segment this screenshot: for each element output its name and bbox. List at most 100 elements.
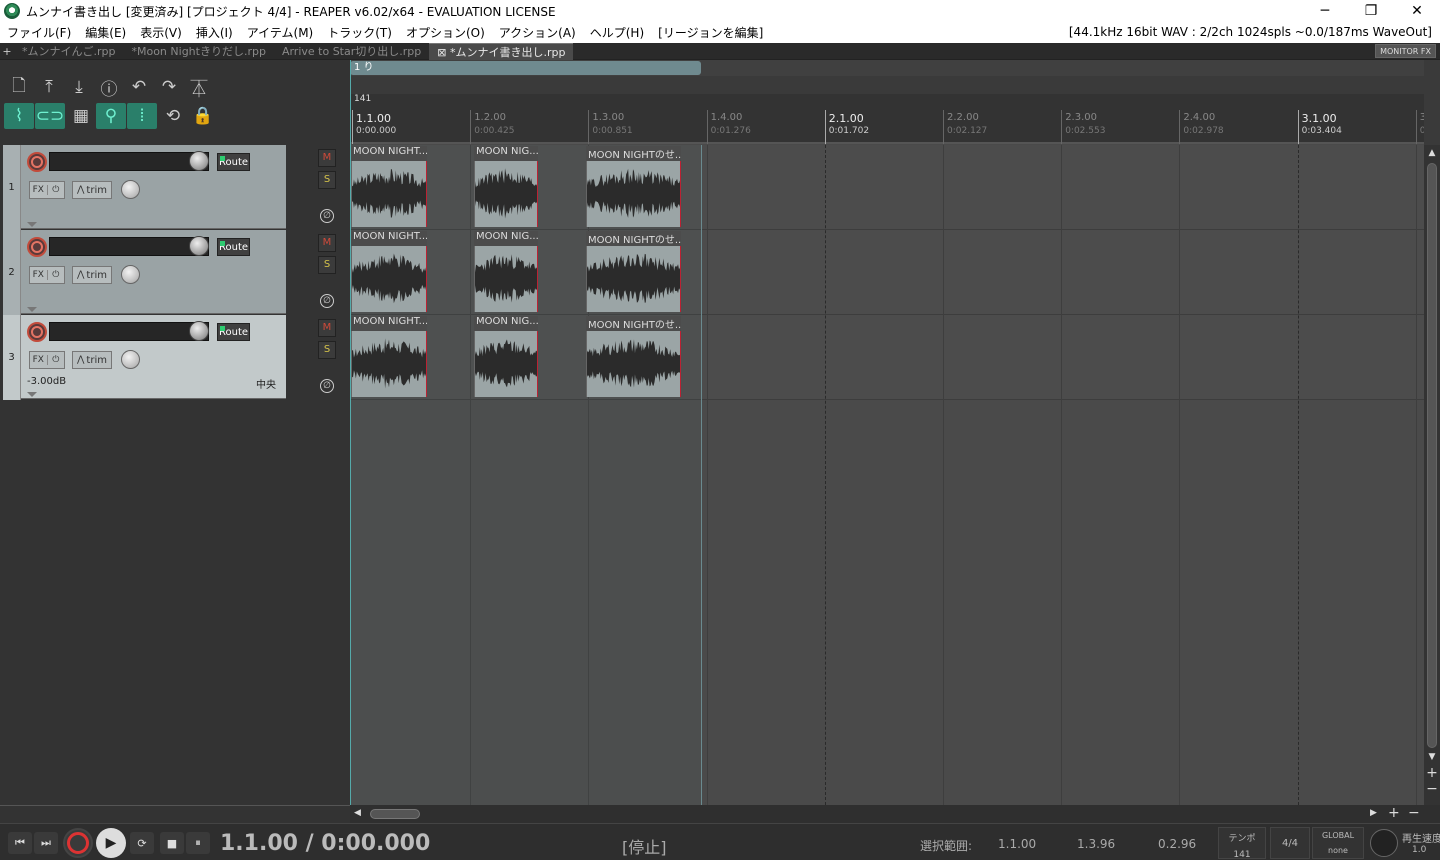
track-name-field[interactable] bbox=[49, 152, 209, 171]
save-icon[interactable]: ⤒ bbox=[34, 74, 64, 100]
zoom-out-icon[interactable]: − bbox=[1408, 805, 1420, 821]
route-button[interactable]: Route bbox=[217, 153, 250, 171]
metronome-icon[interactable]: ⏄ bbox=[184, 74, 214, 100]
solo-button[interactable]: S bbox=[318, 341, 336, 359]
volume-knob[interactable] bbox=[189, 321, 209, 341]
menu-actions[interactable]: アクション(A) bbox=[492, 24, 583, 41]
pause-button[interactable]: ⏸ bbox=[186, 832, 210, 854]
resize-corner-icon[interactable] bbox=[27, 222, 37, 227]
tab-project-3[interactable]: Arrive to Star切り出し.rpp bbox=[274, 43, 429, 60]
solo-button[interactable]: S bbox=[318, 171, 336, 189]
record-arm-button[interactable] bbox=[27, 322, 47, 342]
track-2[interactable]: 2 Route FX ⏻ ⋀ trim M S ∅ bbox=[0, 230, 342, 315]
trim-button[interactable]: ⋀ trim bbox=[72, 181, 112, 199]
zoom-in-icon[interactable]: + bbox=[1388, 805, 1400, 821]
menu-track[interactable]: トラック(T) bbox=[320, 24, 399, 41]
media-item[interactable]: MOON NIG... bbox=[474, 231, 538, 314]
scroll-up-icon[interactable]: ▲ bbox=[1426, 148, 1438, 158]
media-item[interactable]: MOON NIG... bbox=[474, 316, 538, 399]
region-1[interactable]: 1 り bbox=[350, 61, 701, 75]
scroll-down-icon[interactable]: ▼ bbox=[1426, 752, 1438, 762]
repeat-button[interactable]: ⟳ bbox=[130, 832, 154, 854]
resize-corner-icon[interactable] bbox=[27, 307, 37, 312]
mute-button[interactable]: M bbox=[318, 234, 336, 252]
selection-length[interactable]: 0.2.96 bbox=[1158, 837, 1196, 851]
track-panel[interactable]: Route FX ⏻ ⋀ trim bbox=[21, 230, 286, 314]
trim-button[interactable]: ⋀ trim bbox=[72, 351, 112, 369]
horizontal-scrollbar[interactable]: ◀ ▶ + − bbox=[350, 805, 1440, 823]
maximize-button[interactable]: ❐ bbox=[1348, 0, 1394, 22]
media-item[interactable]: MOON NIGHTのせ... bbox=[586, 231, 681, 314]
menu-insert[interactable]: 挿入(I) bbox=[189, 24, 240, 41]
loop-icon[interactable]: ⟲ bbox=[158, 103, 188, 129]
pan-knob[interactable] bbox=[121, 350, 140, 369]
horizontal-scroll-thumb[interactable] bbox=[370, 809, 420, 819]
time-signature[interactable]: 4/4 bbox=[1270, 827, 1310, 859]
solo-button[interactable]: S bbox=[318, 256, 336, 274]
record-button[interactable] bbox=[63, 828, 93, 858]
fx-bypass-icon[interactable]: ⏻ bbox=[48, 270, 65, 280]
route-button[interactable]: Route bbox=[217, 238, 250, 256]
record-arm-button[interactable] bbox=[27, 152, 47, 172]
playrate-control[interactable]: 再生速度 1.0 bbox=[1368, 827, 1440, 859]
media-item[interactable]: MOON NIGHTのせ... bbox=[586, 146, 681, 229]
media-item[interactable]: MOON NIGHTのせ... bbox=[586, 316, 681, 399]
track-panel[interactable]: Route FX ⏻ ⋀ trim -3.00dB 中央 bbox=[21, 315, 286, 399]
media-item[interactable]: MOON NIGHT... bbox=[351, 231, 427, 314]
vertical-scrollbar[interactable]: ▲ ▼ bbox=[1424, 145, 1440, 805]
menu-options[interactable]: オプション(O) bbox=[399, 24, 492, 41]
trim-button[interactable]: ⋀ trim bbox=[72, 266, 112, 284]
zoom-in-vertical-icon[interactable]: + bbox=[1424, 765, 1440, 781]
redo-icon[interactable]: ↷ bbox=[154, 74, 184, 100]
tempo-box[interactable]: テンポ 141 bbox=[1218, 827, 1266, 860]
close-button[interactable]: ✕ bbox=[1394, 0, 1440, 22]
new-tab-button[interactable]: + bbox=[0, 45, 14, 58]
phase-invert-button[interactable]: ∅ bbox=[320, 294, 334, 308]
fx-bypass-icon[interactable]: ⏻ bbox=[48, 355, 65, 365]
scroll-left-icon[interactable]: ◀ bbox=[354, 808, 361, 818]
fx-bypass-icon[interactable]: ⏻ bbox=[48, 185, 65, 195]
phase-invert-button[interactable]: ∅ bbox=[320, 209, 334, 223]
menu-edit[interactable]: 編集(E) bbox=[78, 24, 133, 41]
volume-knob[interactable] bbox=[189, 236, 209, 256]
region-lane[interactable]: 1 り bbox=[350, 60, 1424, 76]
menu-file[interactable]: ファイル(F) bbox=[0, 24, 78, 41]
mute-button[interactable]: M bbox=[318, 149, 336, 167]
monitor-fx-button[interactable]: MONITOR FX bbox=[1375, 44, 1436, 58]
menu-edit-regions[interactable]: [リージョンを編集] bbox=[651, 24, 770, 41]
marker-lane[interactable] bbox=[350, 76, 1424, 94]
minimize-button[interactable]: ─ bbox=[1302, 0, 1348, 22]
route-button[interactable]: Route bbox=[217, 323, 250, 341]
snap-icon[interactable]: ⚲ bbox=[96, 103, 126, 129]
zoom-out-vertical-icon[interactable]: − bbox=[1424, 781, 1440, 797]
pan-knob[interactable] bbox=[121, 265, 140, 284]
lines-icon[interactable]: ⦙ bbox=[127, 103, 157, 129]
play-button[interactable]: ▶ bbox=[96, 828, 126, 858]
new-file-icon[interactable]: 🗋 bbox=[4, 74, 34, 100]
track-name-field[interactable] bbox=[49, 237, 209, 256]
selection-end[interactable]: 1.3.96 bbox=[1077, 837, 1115, 851]
pan-knob[interactable] bbox=[121, 180, 140, 199]
track-panel[interactable]: Route FX ⏻ ⋀ trim bbox=[21, 145, 286, 229]
fx-button[interactable]: FX ⏻ bbox=[29, 266, 65, 284]
timeline-ruler[interactable]: 1.1.00 0:00.000 1.2.00 0:00.425 1.3.00 0:00.8… bbox=[350, 110, 1424, 144]
undo-icon[interactable]: ↶ bbox=[124, 74, 154, 100]
tempo-marker[interactable]: 141 bbox=[354, 94, 371, 104]
grid-icon[interactable]: ▦ bbox=[66, 103, 96, 129]
mute-button[interactable]: M bbox=[318, 319, 336, 337]
link-icon[interactable]: ⊂⊃ bbox=[35, 103, 65, 129]
scroll-right-icon[interactable]: ▶ bbox=[1370, 808, 1377, 818]
go-to-end-button[interactable]: ⏭ bbox=[34, 832, 58, 854]
menu-item[interactable]: アイテム(M) bbox=[240, 24, 321, 41]
tempo-lane[interactable]: 141 bbox=[350, 94, 1424, 110]
go-to-start-button[interactable]: ⏮ bbox=[8, 832, 32, 854]
record-arm-button[interactable] bbox=[27, 237, 47, 257]
resize-corner-icon[interactable] bbox=[27, 392, 37, 397]
lock-icon[interactable]: 🔒 bbox=[188, 103, 218, 129]
arrange-view[interactable]: 1 り 141 1.1.00 0:00.000 1.2.00 0:00.425 1.3.… bbox=[350, 60, 1424, 805]
stop-button[interactable]: ■ bbox=[160, 832, 184, 854]
ripple-icon[interactable]: ⌇ bbox=[4, 103, 34, 129]
playrate-knob[interactable] bbox=[1370, 829, 1398, 857]
selection-start[interactable]: 1.1.00 bbox=[998, 837, 1036, 851]
volume-knob[interactable] bbox=[189, 151, 209, 171]
